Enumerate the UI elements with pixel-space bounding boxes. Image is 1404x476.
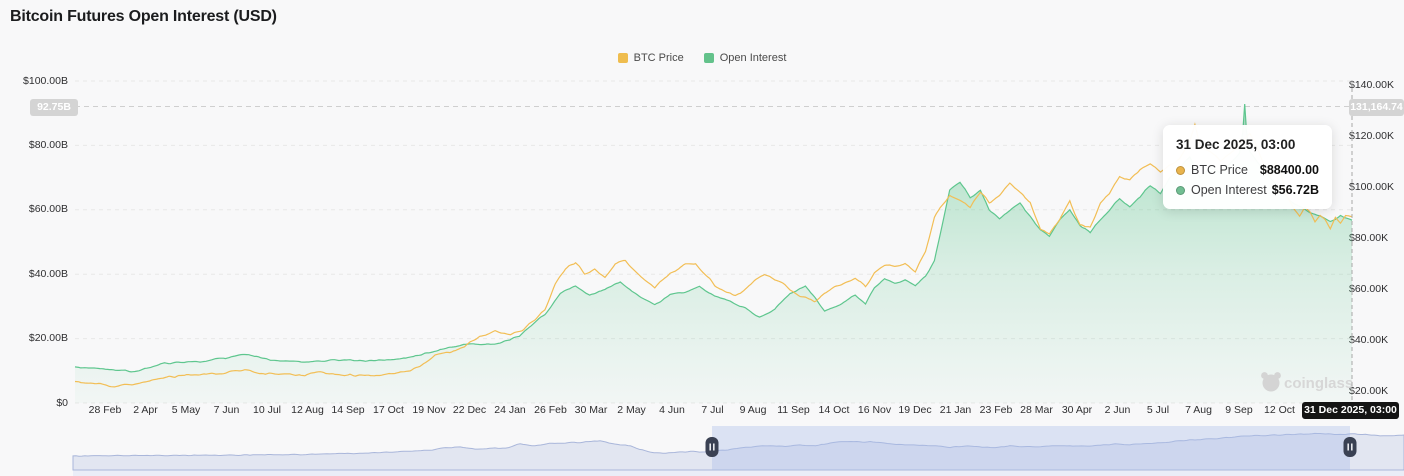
chart-tooltip: 31 Dec 2025, 03:00 BTC Price $88400.00 O… xyxy=(1163,125,1332,209)
tooltip-date: 31 Dec 2025, 03:00 xyxy=(1176,137,1296,152)
tooltip-row-open-interest: Open Interest $56.72B xyxy=(1176,183,1319,197)
tooltip-value: $56.72B xyxy=(1271,183,1319,197)
btc-price-dot-icon xyxy=(1176,165,1185,175)
tooltip-label: BTC Price xyxy=(1191,163,1248,177)
open-interest-max-badge: 92.75B xyxy=(30,99,78,116)
tooltip-row-btc-price: BTC Price $88400.00 xyxy=(1176,163,1319,177)
btc-price-max-badge: 131,164.74 xyxy=(1349,99,1404,116)
tooltip-value: $88400.00 xyxy=(1259,163,1319,177)
watermark-text: coinglass xyxy=(1284,375,1353,392)
navigator-handle-right[interactable] xyxy=(1343,437,1357,457)
navigator-baseline-strip xyxy=(73,470,1404,476)
coinglass-watermark: coinglass xyxy=(1261,372,1353,392)
navigator-handle-left[interactable] xyxy=(705,437,719,457)
navigator-selected-window[interactable] xyxy=(712,426,1350,470)
tooltip-label: Open Interest xyxy=(1191,183,1267,197)
main-chart-area[interactable]: coinglass xyxy=(0,0,1404,476)
open-interest-dot-icon xyxy=(1176,185,1185,195)
crosshair-date-label: 31 Dec 2025, 03:00 xyxy=(1302,402,1399,419)
